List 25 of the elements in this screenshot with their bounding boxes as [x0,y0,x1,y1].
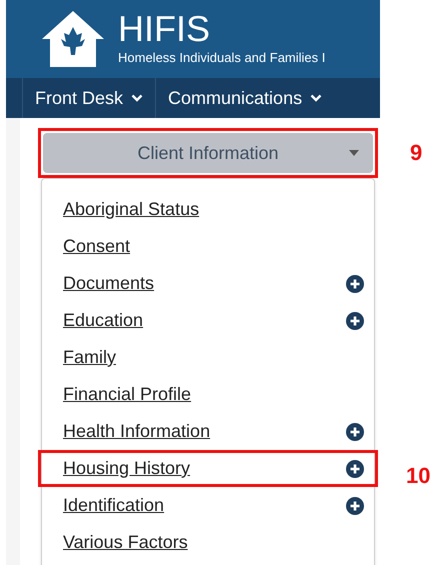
menu-link[interactable]: Financial Profile [63,381,192,408]
plus-circle-icon[interactable] [345,496,365,516]
menu-link[interactable]: Health Information [63,418,210,445]
nav-menu-item[interactable]: Communications [155,78,334,118]
nav-menu-item[interactable]: Front Desk [22,78,156,118]
client-information-dropdown[interactable]: Client Information [43,133,373,173]
plus-circle-icon[interactable] [345,422,365,442]
menu-link[interactable]: Family [63,344,116,371]
app-subtitle: Homeless Individuals and Families I [118,49,326,67]
menu-link[interactable]: Education [63,307,144,334]
menu-link[interactable]: Consent [63,233,130,260]
caret-icon [349,150,359,156]
menu-link[interactable]: Identification [63,492,164,519]
menu-link[interactable]: Documents [63,270,154,297]
menu-link[interactable]: Aboriginal Status [63,196,200,223]
plus-circle-icon[interactable] [345,274,365,294]
chevron-down-icon [310,94,322,102]
house-maple-leaf-logo [40,9,106,69]
callout-number: 9 [410,139,422,167]
plus-circle-icon[interactable] [345,310,365,330]
callout-number: 10 [406,462,430,490]
plus-circle-icon[interactable] [345,458,365,478]
chevron-down-icon [131,94,144,102]
app-title: HIFIS [118,10,212,48]
menu-link[interactable]: Various Factors [63,529,188,556]
